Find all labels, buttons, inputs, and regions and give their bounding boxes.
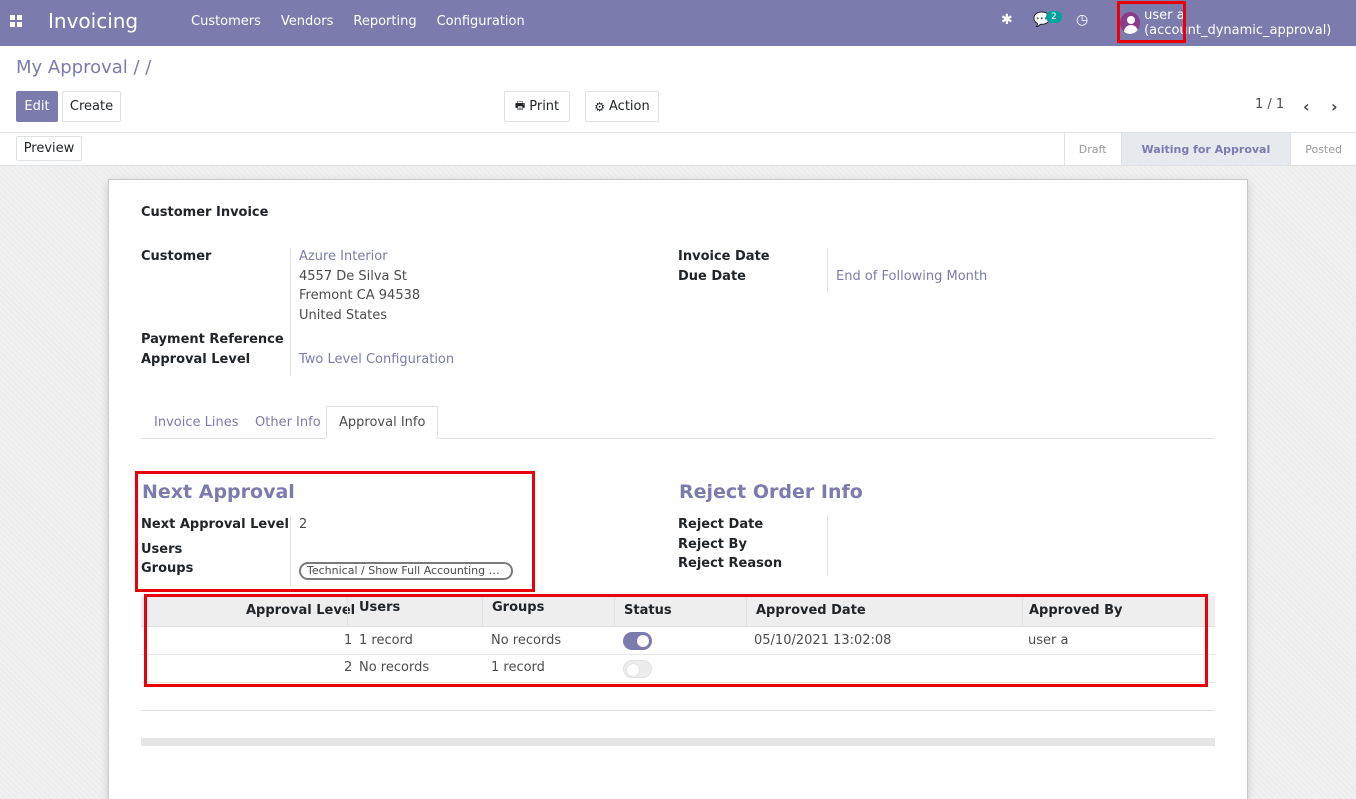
customer-label: Customer — [141, 249, 212, 264]
menu-customers[interactable]: Customers — [191, 14, 261, 29]
field-divider — [827, 516, 828, 576]
chevron-right-icon[interactable]: › — [1331, 97, 1338, 116]
address-line-2: Fremont CA 94538 — [299, 288, 421, 303]
status-waiting-for-approval[interactable]: Waiting for Approval — [1120, 133, 1291, 165]
footer-bar — [141, 738, 1215, 746]
approval-level-link[interactable]: Two Level Configuration — [299, 352, 454, 367]
pager-value[interactable]: 1 / 1 — [1255, 97, 1284, 112]
reject-reason-label: Reject Reason — [678, 556, 783, 571]
divider — [141, 710, 1215, 711]
gear-icon: ⚙ — [594, 99, 606, 114]
status-posted[interactable]: Posted — [1290, 133, 1356, 165]
address-line-1: 4557 De Silva St — [299, 269, 407, 284]
edit-button[interactable]: Edit — [16, 91, 58, 122]
create-button[interactable]: Create — [62, 91, 121, 122]
printer-icon: 🖶 — [514, 99, 526, 112]
field-divider — [290, 248, 291, 376]
chevron-left-icon[interactable]: ‹ — [1303, 97, 1310, 116]
invoice-date-label: Invoice Date — [678, 249, 770, 264]
status-bar: Draft Waiting for Approval Posted — [1063, 133, 1356, 165]
reject-date-label: Reject Date — [678, 517, 764, 532]
approval-level-label: Approval Level — [141, 352, 251, 367]
message-count-badge: 2 — [1046, 11, 1062, 23]
apps-icon[interactable] — [10, 15, 23, 28]
tab-invoice-lines[interactable]: Invoice Lines — [142, 406, 250, 439]
action-label: Action — [609, 99, 650, 114]
notebook-tabs: Invoice Lines Other Info Approval Info — [141, 406, 1215, 439]
print-button[interactable]: 🖶 Print — [504, 91, 570, 122]
document-type: Customer Invoice — [141, 205, 269, 220]
highlight-next-approval-box — [135, 471, 535, 592]
highlight-approval-table-box — [144, 594, 1208, 687]
menu-reporting[interactable]: Reporting — [353, 14, 416, 29]
field-divider — [827, 248, 828, 292]
customer-link[interactable]: Azure Interior — [299, 249, 388, 264]
print-label: Print — [529, 99, 560, 114]
statusbar-row: Preview Draft Waiting for Approval Poste… — [0, 132, 1356, 166]
payment-reference-label: Payment Reference — [141, 332, 284, 347]
action-button[interactable]: ⚙ Action — [585, 91, 659, 122]
menu-vendors[interactable]: Vendors — [281, 14, 333, 29]
address-line-3: United States — [299, 308, 388, 323]
app-title[interactable]: Invoicing — [48, 9, 138, 33]
due-date-label: Due Date — [678, 269, 746, 284]
reject-by-label: Reject By — [678, 537, 747, 552]
clock-icon[interactable]: ◷ — [1076, 12, 1088, 28]
tab-other-info[interactable]: Other Info — [243, 406, 333, 439]
bug-icon[interactable]: ✱ — [1001, 12, 1013, 28]
main-menu: Customers Vendors Reporting Configuratio… — [191, 14, 545, 29]
preview-button[interactable]: Preview — [16, 136, 82, 161]
menu-configuration[interactable]: Configuration — [437, 14, 525, 29]
tab-approval-info[interactable]: Approval Info — [326, 406, 439, 439]
breadcrumb[interactable]: My Approval / / — [16, 57, 151, 78]
due-date-link[interactable]: End of Following Month — [836, 269, 987, 284]
highlight-user-box — [1117, 1, 1186, 43]
status-draft[interactable]: Draft — [1063, 133, 1121, 165]
reject-order-info-title: Reject Order Info — [679, 481, 863, 503]
